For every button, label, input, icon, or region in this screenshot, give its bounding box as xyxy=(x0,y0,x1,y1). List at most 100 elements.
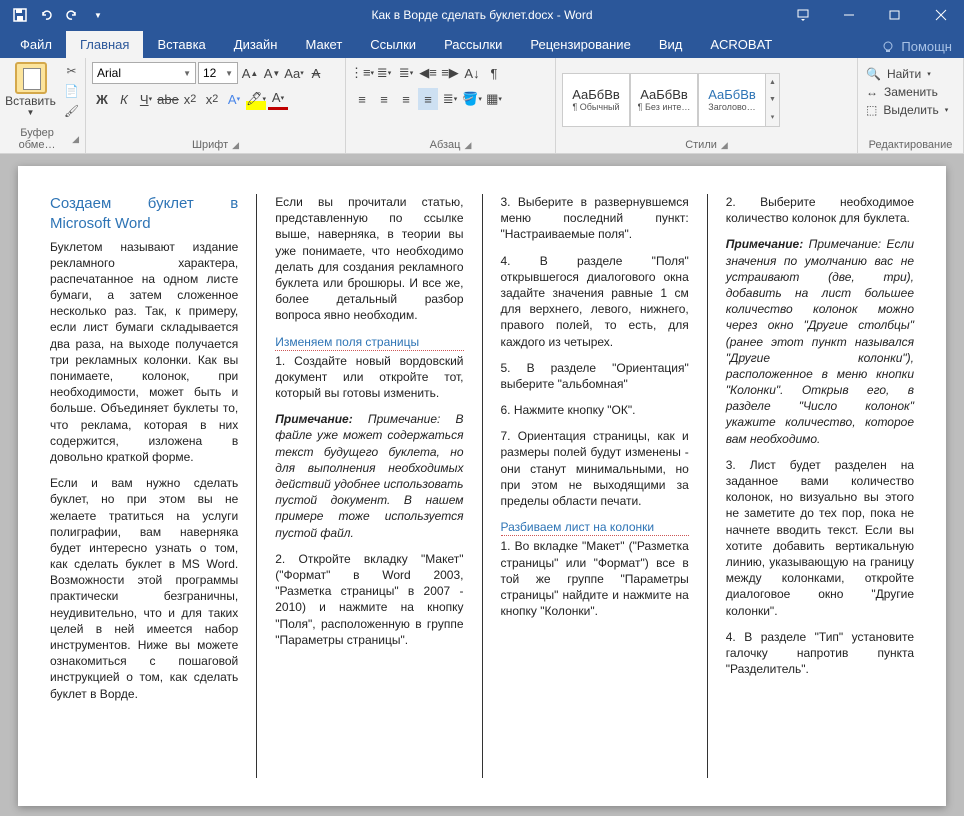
tab-mailings[interactable]: Рассылки xyxy=(430,31,516,58)
dialog-launcher-icon[interactable]: ◢ xyxy=(72,134,79,145)
column-separator xyxy=(482,194,483,778)
section-heading: Разбиваем лист на колонки xyxy=(501,519,689,536)
numbering-button[interactable]: ≣▾ xyxy=(374,62,394,84)
quick-access-toolbar: ▼ xyxy=(0,3,110,27)
group-label: Стили xyxy=(685,139,717,151)
group-label: Абзац xyxy=(430,139,461,151)
note-text: Примечание: Примечание: Если значения по… xyxy=(726,236,914,446)
multilevel-button[interactable]: ≣▾ xyxy=(396,62,416,84)
body-text: Буклетом называют издание рекламного хар… xyxy=(50,239,238,466)
styles-expand[interactable]: ▲▼▾ xyxy=(766,73,780,127)
tab-design[interactable]: Дизайн xyxy=(220,31,292,58)
align-center-button[interactable]: ≡ xyxy=(374,88,394,110)
underline-button[interactable]: Ч▾ xyxy=(136,88,156,110)
tab-review[interactable]: Рецензирование xyxy=(516,31,644,58)
font-color-button[interactable]: A▾ xyxy=(268,88,288,110)
minimize-button[interactable] xyxy=(826,0,872,30)
select-button[interactable]: ⬚Выделить▾ xyxy=(864,102,950,118)
paste-button[interactable]: Вставить ▼ xyxy=(4,62,58,120)
qat-customize-button[interactable]: ▼ xyxy=(86,3,110,27)
line-spacing-button[interactable]: ≣▾ xyxy=(440,88,460,110)
italic-button[interactable]: К xyxy=(114,88,134,110)
align-right-button[interactable]: ≡ xyxy=(396,88,416,110)
bullets-button[interactable]: ⋮≡▾ xyxy=(352,62,372,84)
column-2: Если вы прочитали статью, представленную… xyxy=(275,194,463,778)
tab-file[interactable]: Файл xyxy=(6,31,66,58)
cursor-icon: ⬚ xyxy=(866,103,877,117)
decrease-indent-button[interactable]: ◀≡ xyxy=(418,62,438,84)
cut-button[interactable]: ✂ xyxy=(62,62,82,80)
column-1: Создаем буклет в Microsoft Word Буклетом… xyxy=(50,194,238,778)
copy-button[interactable]: 📄 xyxy=(62,82,82,100)
column-separator xyxy=(256,194,257,778)
style-heading1[interactable]: АаБбВв Заголово… xyxy=(698,73,766,127)
section-heading: Изменяем поля страницы xyxy=(275,334,463,351)
increase-indent-button[interactable]: ≡▶ xyxy=(440,62,460,84)
group-font: Arial▼ 12▼ A▲ A▼ Aa▾ A Ж К Ч▾ abe x2 x2 … xyxy=(86,58,346,153)
close-button[interactable] xyxy=(918,0,964,30)
tab-layout[interactable]: Макет xyxy=(291,31,356,58)
window-controls xyxy=(780,0,964,30)
borders-button[interactable]: ▦▾ xyxy=(484,88,504,110)
tab-view[interactable]: Вид xyxy=(645,31,697,58)
ribbon-options-button[interactable] xyxy=(780,0,826,30)
body-text: 5. В разделе "Ориентация" выберите "альб… xyxy=(501,360,689,392)
dialog-launcher-icon[interactable]: ◢ xyxy=(721,140,728,151)
shrink-font-button[interactable]: A▼ xyxy=(262,62,282,84)
strikethrough-button[interactable]: abe xyxy=(158,88,178,110)
group-clipboard: Вставить ▼ ✂ 📄 🖌 Буфер обме… ◢ xyxy=(0,58,86,153)
style-no-spacing[interactable]: АаБбВв ¶ Без инте… xyxy=(630,73,698,127)
font-size-combo[interactable]: 12▼ xyxy=(198,62,238,84)
find-button[interactable]: 🔍Найти▾ xyxy=(864,66,933,82)
group-paragraph: ⋮≡▾ ≣▾ ≣▾ ◀≡ ≡▶ A↓ ¶ ≡ ≡ ≡ ≡ ≣▾ 🪣▾ ▦▾ Аб… xyxy=(346,58,556,153)
shading-button[interactable]: 🪣▾ xyxy=(462,88,482,110)
column-3: 3. Выберите в развернувшемся меню послед… xyxy=(501,194,689,778)
replace-icon: ↔ xyxy=(866,85,878,99)
ribbon: Вставить ▼ ✂ 📄 🖌 Буфер обме… ◢ Arial▼ 12▼… xyxy=(0,58,964,154)
subscript-button[interactable]: x2 xyxy=(180,88,200,110)
justify-button[interactable]: ≡ xyxy=(418,88,438,110)
body-text: 1. Во вкладке "Макет" ("Разметка страниц… xyxy=(501,538,689,619)
save-button[interactable] xyxy=(8,3,32,27)
tab-references[interactable]: Ссылки xyxy=(356,31,430,58)
body-text: 2. Откройте вкладку "Макет" ("Формат" в … xyxy=(275,551,463,648)
dialog-launcher-icon[interactable]: ◢ xyxy=(232,140,239,151)
show-marks-button[interactable]: ¶ xyxy=(484,62,504,84)
body-text: 4. В разделе "Поля" открывшегося диалого… xyxy=(501,253,689,350)
dialog-launcher-icon[interactable]: ◢ xyxy=(464,140,471,151)
group-label: Буфер обме… xyxy=(6,127,68,151)
sort-button[interactable]: A↓ xyxy=(462,62,482,84)
tell-me-help[interactable]: Помощн xyxy=(869,35,964,58)
body-text: Если вы прочитали статью, представленную… xyxy=(275,194,463,324)
lightbulb-icon xyxy=(881,40,895,54)
paste-icon xyxy=(15,62,47,94)
superscript-button[interactable]: x2 xyxy=(202,88,222,110)
body-text: 4. В разделе "Тип" установите галочку на… xyxy=(726,629,914,678)
redo-button[interactable] xyxy=(60,3,84,27)
page: Создаем буклет в Microsoft Word Буклетом… xyxy=(18,166,946,806)
body-text: 6. Нажмите кнопку "ОК". xyxy=(501,402,689,418)
style-normal[interactable]: АаБбВв ¶ Обычный xyxy=(562,73,630,127)
align-left-button[interactable]: ≡ xyxy=(352,88,372,110)
tab-insert[interactable]: Вставка xyxy=(143,31,219,58)
highlight-button[interactable]: 🖊▾ xyxy=(246,88,266,110)
maximize-button[interactable] xyxy=(872,0,918,30)
body-text: 3. Выберите в развернувшемся меню послед… xyxy=(501,194,689,243)
format-painter-button[interactable]: 🖌 xyxy=(62,102,82,120)
body-text: 3. Лист будет разделен на заданное вами … xyxy=(726,457,914,619)
replace-button[interactable]: ↔Заменить xyxy=(864,84,940,100)
text-effects-button[interactable]: A▾ xyxy=(224,88,244,110)
document-area[interactable]: Создаем буклет в Microsoft Word Буклетом… xyxy=(0,154,964,816)
font-name-combo[interactable]: Arial▼ xyxy=(92,62,196,84)
grow-font-button[interactable]: A▲ xyxy=(240,62,260,84)
tab-home[interactable]: Главная xyxy=(66,31,143,58)
body-text: 2. Выберите необходимое количество колон… xyxy=(726,194,914,226)
clear-formatting-button[interactable]: A xyxy=(306,62,326,84)
tab-acrobat[interactable]: ACROBAT xyxy=(696,31,786,58)
bold-button[interactable]: Ж xyxy=(92,88,112,110)
search-icon: 🔍 xyxy=(866,67,881,81)
body-text: Если и вам нужно сделать буклет, но при … xyxy=(50,475,238,702)
column-separator xyxy=(707,194,708,778)
change-case-button[interactable]: Aa▾ xyxy=(284,62,304,84)
undo-button[interactable] xyxy=(34,3,58,27)
